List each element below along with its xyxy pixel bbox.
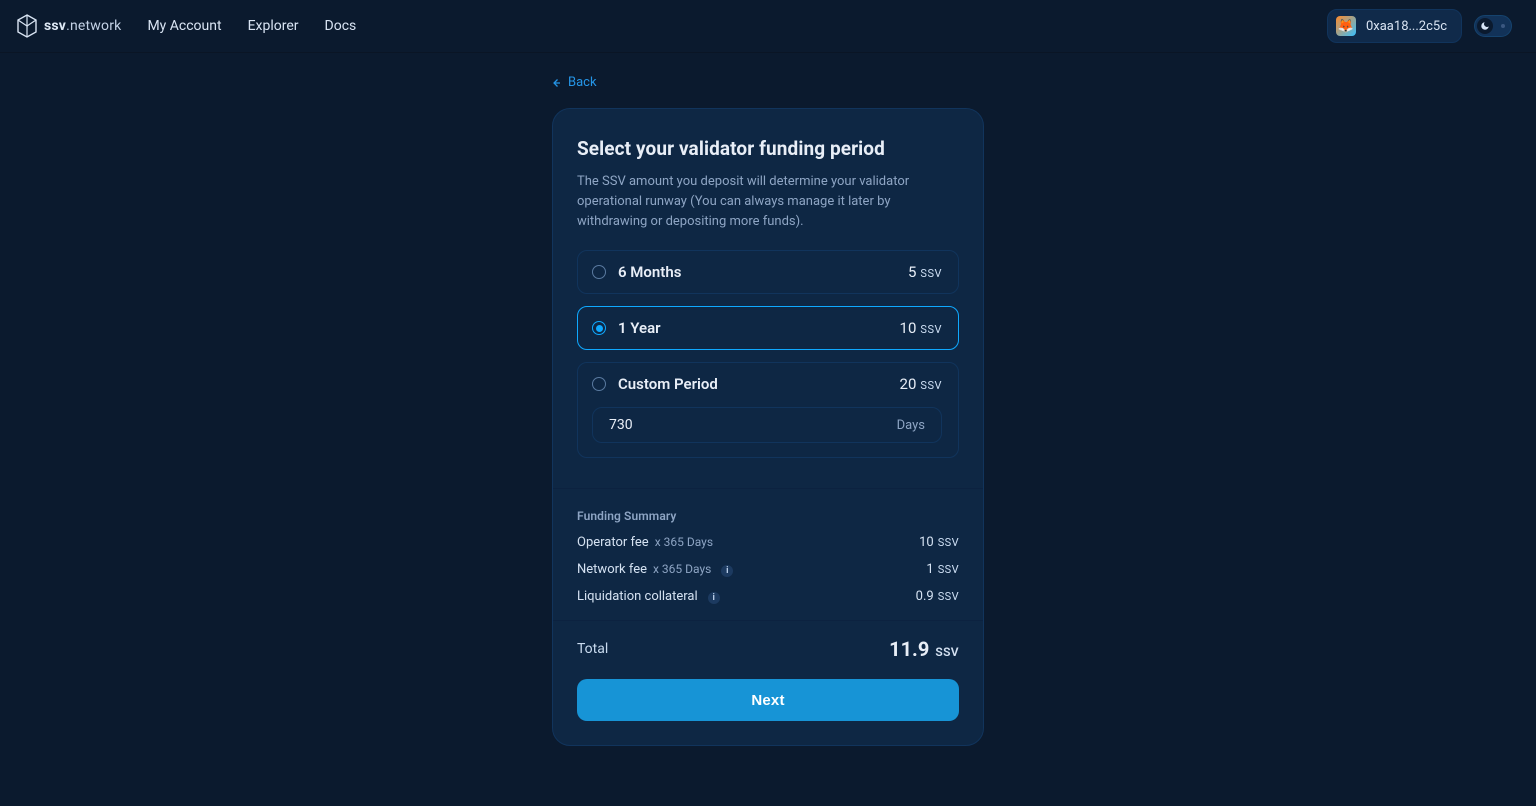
nav-explorer[interactable]: Explorer [248,18,299,34]
card-title: Select your validator funding period [577,137,959,160]
option-6-months[interactable]: 6 Months 5SSV [577,250,959,294]
summary-value: 0.9SSV [916,589,959,604]
theme-toggle-dot [1501,24,1505,28]
brand-logo-text: ssv.network [44,18,121,34]
wallet-avatar-icon: 🦊 [1336,16,1356,36]
summary-label: Operator fee [577,535,649,550]
total-row: Total 11.9SSV [577,637,959,661]
option-label: 6 Months [618,263,681,281]
radio-icon [592,265,606,279]
app-header: ssv.network My Account Explorer Docs 🦊 0… [0,0,1536,53]
option-price: 10SSV [900,319,942,337]
summary-row-liquidation: Liquidation collateral i 0.9SSV [577,589,959,604]
info-icon[interactable]: i [708,592,720,604]
info-icon[interactable]: i [721,565,733,577]
summary-row-network-fee: Network fee x 365 Days i 1SSV [577,562,959,577]
back-link-label: Back [568,75,597,90]
wallet-button[interactable]: 🦊 0xaa18...2c5c [1327,9,1462,43]
next-button[interactable]: Next [577,679,959,721]
option-custom-period[interactable]: Custom Period 20SSV Days [577,362,959,458]
custom-days-field: Days [592,407,942,443]
option-price: 5SSV [908,263,942,281]
days-suffix: Days [897,418,925,433]
brand-logo-icon [16,14,38,38]
summary-value: 1SSV [926,562,959,577]
summary-label: Liquidation collateral [577,589,698,604]
nav-docs[interactable]: Docs [325,18,357,34]
summary-mult: x 365 Days [655,535,713,549]
radio-icon [592,377,606,391]
page: Back Select your validator funding perio… [0,53,1536,806]
top-nav: My Account Explorer Docs [147,18,356,34]
back-link[interactable]: Back [550,75,597,90]
summary-label: Network fee [577,562,647,577]
option-1-year[interactable]: 1 Year 10SSV [577,306,959,350]
theme-toggle[interactable] [1474,15,1512,37]
summary-value: 10SSV [919,535,959,550]
moon-icon [1477,18,1493,34]
total-label: Total [577,641,608,657]
custom-days-input[interactable] [609,417,897,433]
funding-summary: Funding Summary Operator fee x 365 Days … [553,489,983,620]
option-price: 20SSV [900,375,942,393]
total-value: 11.9SSV [889,637,959,661]
summary-row-operator-fee: Operator fee x 365 Days 10SSV [577,535,959,550]
summary-heading: Funding Summary [577,509,959,523]
wallet-address: 0xaa18...2c5c [1366,19,1447,34]
card-description: The SSV amount you deposit will determin… [577,172,959,232]
funding-card: Select your validator funding period The… [552,108,984,746]
option-label: Custom Period [618,375,718,393]
arrow-left-icon [550,77,562,89]
nav-my-account[interactable]: My Account [147,18,221,34]
radio-icon [592,321,606,335]
summary-mult: x 365 Days [653,562,711,576]
brand-logo[interactable]: ssv.network [16,14,121,38]
option-label: 1 Year [618,319,661,337]
